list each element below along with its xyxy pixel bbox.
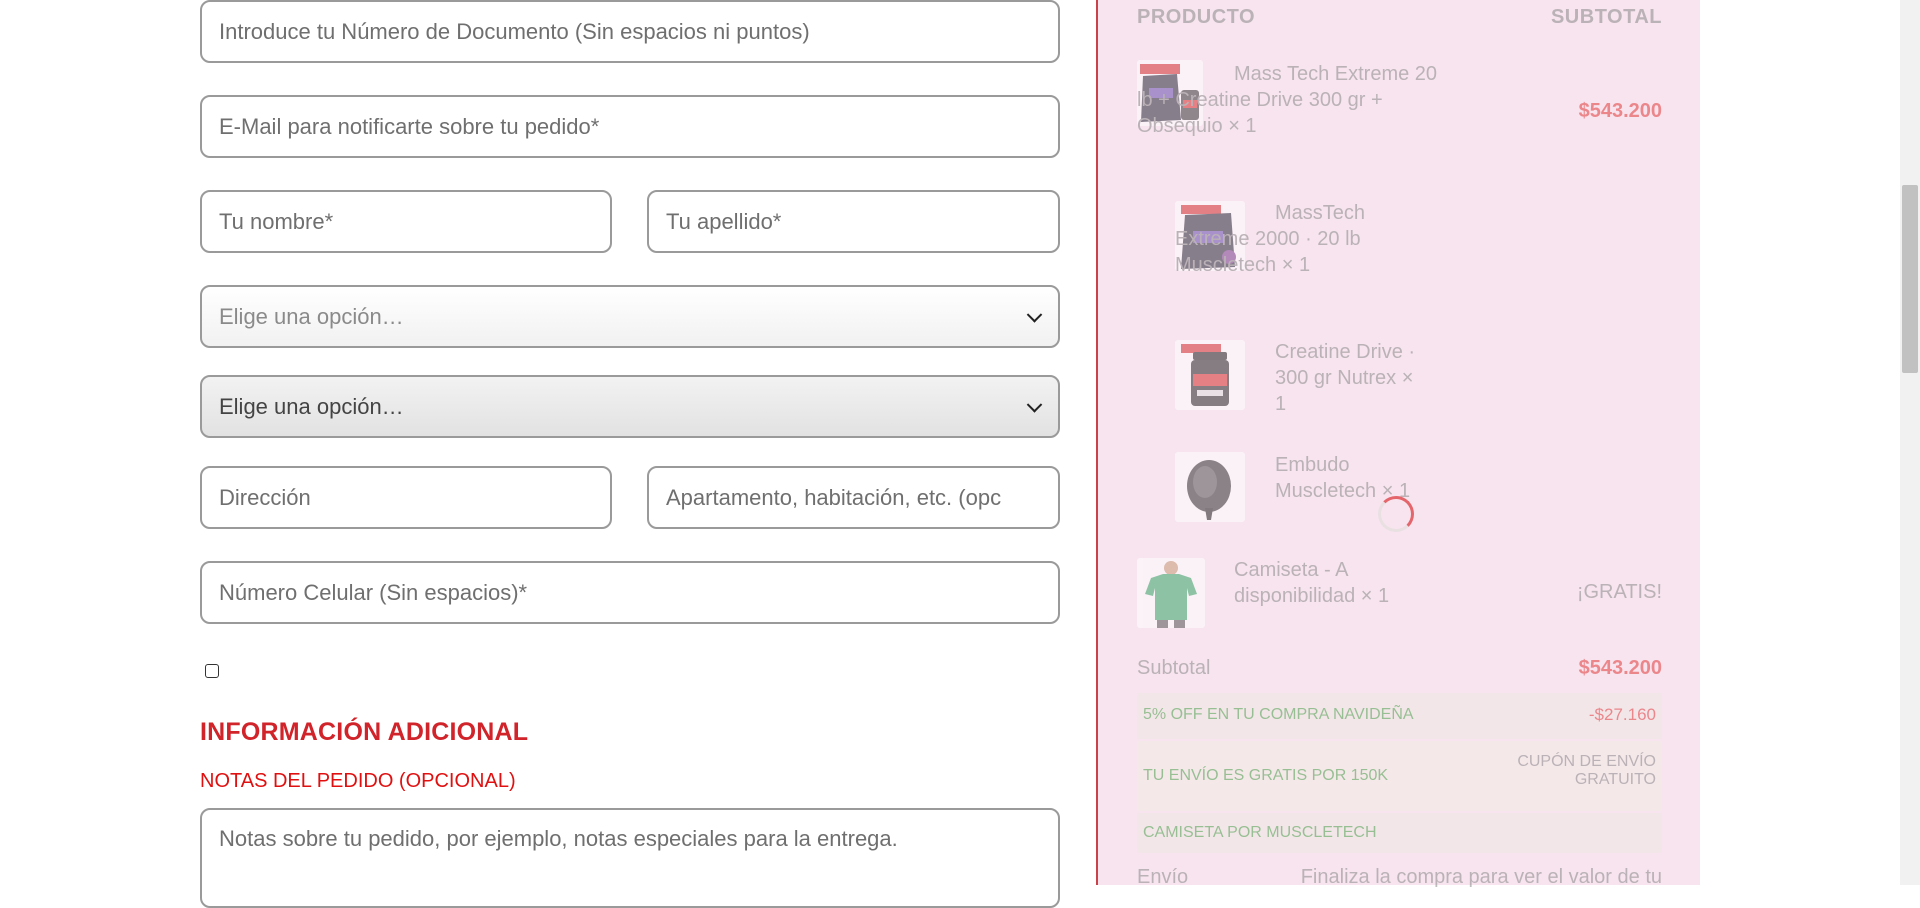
creatine-item-name: Creatine Drive · 300 gr Nutrex xyxy=(1275,341,1416,389)
shirt-promo-row: CAMISETA POR MUSCLETECH xyxy=(1137,813,1662,853)
shipping-coupon-row: TU ENVÍO ES GRATIS POR 150K CUPÓN DE ENV… xyxy=(1137,741,1662,811)
masstech-item-qty: × 1 xyxy=(1281,254,1311,276)
first-name-input[interactable]: Tu nombre* xyxy=(200,190,612,253)
shipping-coupon-value-line1: CUPÓN DE ENVÍO xyxy=(1517,753,1656,770)
shipping-coupon-value-line2: GRATUITO xyxy=(1574,771,1656,788)
apartment-input[interactable]: Apartamento, habitación, etc. (opc xyxy=(647,466,1060,529)
chevron-down-icon xyxy=(1026,396,1043,413)
department-select-value: Elige una opción… xyxy=(219,303,404,329)
masstech-item-text: MassTech Extreme 2000 · 20 lb Muscletech… xyxy=(1175,200,1430,278)
order-notes-placeholder: Notas sobre tu pedido, por ejemplo, nota… xyxy=(219,826,898,851)
subtotal-column-header: SUBTOTAL xyxy=(1550,6,1662,28)
order-notes-textarea[interactable]: Notas sobre tu pedido, por ejemplo, nota… xyxy=(200,808,1060,908)
discount-value: -$27.160 xyxy=(1588,705,1656,724)
email-input[interactable]: E-Mail para notificarte sobre tu pedido* xyxy=(200,95,1060,158)
order-review-table: PRODUCTO SUBTOTAL Mass Tech Extreme 20 l… xyxy=(1137,0,1662,888)
phone-placeholder: Número Celular (Sin espacios)* xyxy=(219,579,528,605)
page-scrollbar-thumb[interactable] xyxy=(1902,185,1918,373)
bundle-item-name: Mass Tech Extreme 20 lb + Creatine Drive… xyxy=(1137,63,1438,137)
last-name-input[interactable]: Tu apellido* xyxy=(647,190,1060,253)
shipping-coupon-label: TU ENVÍO ES GRATIS POR 150K xyxy=(1143,767,1389,784)
bundle-item-text: Mass Tech Extreme 20 lb + Creatine Drive… xyxy=(1137,61,1442,139)
subtotal-label: Subtotal xyxy=(1137,657,1211,679)
creatine-item-text: Creatine Drive · 300 gr Nutrex × 1 xyxy=(1175,339,1430,417)
bundle-item-price: $543.200 xyxy=(1578,100,1662,122)
product-column-header: PRODUCTO xyxy=(1137,6,1256,28)
address-input[interactable]: Dirección xyxy=(200,466,612,529)
address-placeholder: Dirección xyxy=(219,484,311,510)
discount-row: 5% OFF EN TU COMPRA NAVIDEÑA -$27.160 xyxy=(1137,693,1662,739)
shirt-promo-label: CAMISETA POR MUSCLETECH xyxy=(1143,824,1377,841)
last-name-placeholder: Tu apellido* xyxy=(666,208,782,234)
shipping-label: Envío xyxy=(1137,866,1189,888)
department-select[interactable]: Elige una opción… xyxy=(200,285,1060,348)
shipping-coupon-value: CUPÓN DE ENVÍO GRATUITO xyxy=(1517,753,1656,789)
ship-different-checkbox[interactable] xyxy=(205,664,219,678)
funnel-item-name: Embudo Muscletech xyxy=(1275,454,1377,502)
subtotal-value: $543.200 xyxy=(1578,657,1662,679)
apartment-placeholder: Apartamento, habitación, etc. (opc xyxy=(666,484,1002,510)
order-notes-label: NOTAS DEL PEDIDO (OPCIONAL) xyxy=(200,770,516,792)
first-name-placeholder: Tu nombre* xyxy=(219,208,334,234)
discount-label: 5% OFF EN TU COMPRA NAVIDEÑA xyxy=(1143,706,1414,723)
email-placeholder: E-Mail para notificarte sobre tu pedido* xyxy=(219,113,600,139)
additional-info-title: INFORMACIÓN ADICIONAL xyxy=(200,718,529,746)
tshirt-item-qty: × 1 xyxy=(1360,585,1390,607)
bundle-item-qty: × 1 xyxy=(1228,115,1257,137)
tshirt-item-price: ¡GRATIS! xyxy=(1576,581,1662,603)
tshirt-item-text: Camiseta - A disponibilidad × 1 xyxy=(1137,557,1427,609)
loading-spinner-icon xyxy=(1378,496,1414,532)
tshirt-item-name: Camiseta - A disponibilidad xyxy=(1234,559,1356,607)
city-select-value: Elige una opción… xyxy=(219,393,404,419)
city-select[interactable]: Elige una opción… xyxy=(200,375,1060,438)
phone-input[interactable]: Número Celular (Sin espacios)* xyxy=(200,561,1060,624)
document-number-placeholder: Introduce tu Número de Documento (Sin es… xyxy=(219,18,810,44)
document-number-input[interactable]: Introduce tu Número de Documento (Sin es… xyxy=(200,0,1060,63)
masstech-item-name: MassTech Extreme 2000 · 20 lb Muscletech xyxy=(1175,202,1366,276)
chevron-down-icon xyxy=(1026,306,1043,323)
page-scrollbar[interactable] xyxy=(1900,0,1920,885)
shipping-info: Finaliza la compra para ver el valor de … xyxy=(1300,866,1662,888)
